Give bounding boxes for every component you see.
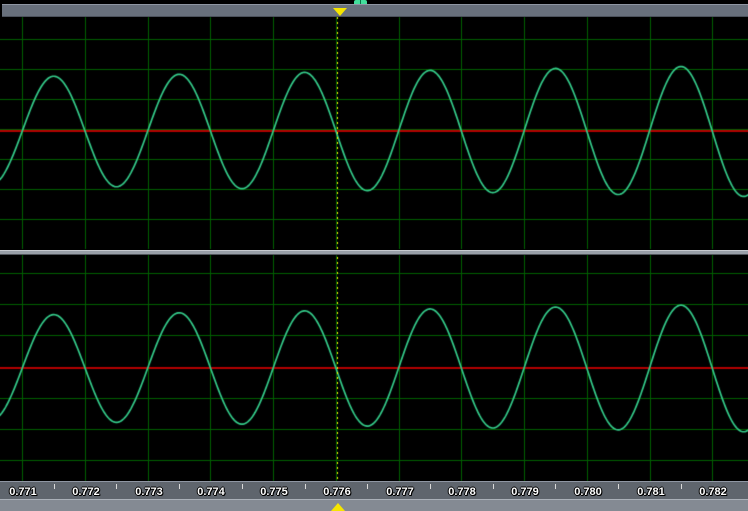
time-label: 0.771 <box>9 486 37 498</box>
time-label: 0.773 <box>135 486 163 498</box>
ruler-tick <box>367 484 368 489</box>
time-label: 0.775 <box>260 486 288 498</box>
channel-2-region[interactable] <box>0 255 748 481</box>
time-label: 0.772 <box>72 486 100 498</box>
overview-bar[interactable] <box>2 4 748 17</box>
ruler-tick <box>305 484 306 489</box>
ruler-tick <box>430 484 431 489</box>
time-label: 0.778 <box>448 486 476 498</box>
time-label: 0.777 <box>386 486 414 498</box>
channel-1-region[interactable] <box>0 17 748 250</box>
ruler-tick <box>242 484 243 489</box>
time-label: 0.780 <box>574 486 602 498</box>
channel-divider[interactable] <box>0 250 748 255</box>
ruler-tick <box>681 484 682 489</box>
ruler-tick <box>618 484 619 489</box>
time-label: 0.776 <box>323 486 351 498</box>
ruler-tick <box>54 484 55 489</box>
cursor-triangle-up-icon[interactable] <box>331 503 345 511</box>
waveform-editor-window: 0.771 0.772 0.773 0.774 0.775 0.776 0.777 0.778… <box>0 0 748 511</box>
ruler-tick <box>179 484 180 489</box>
ruler-tick <box>555 484 556 489</box>
cursor-triangle-down-icon[interactable] <box>333 8 347 16</box>
time-label: 0.779 <box>511 486 539 498</box>
time-label: 0.781 <box>637 486 665 498</box>
ruler-tick <box>493 484 494 489</box>
cursor-track[interactable] <box>0 499 748 511</box>
time-label: 0.774 <box>197 486 225 498</box>
time-ruler[interactable]: 0.771 0.772 0.773 0.774 0.775 0.776 0.777 0.778… <box>0 481 748 499</box>
ruler-tick <box>116 484 117 489</box>
time-label: 0.782 <box>699 486 727 498</box>
